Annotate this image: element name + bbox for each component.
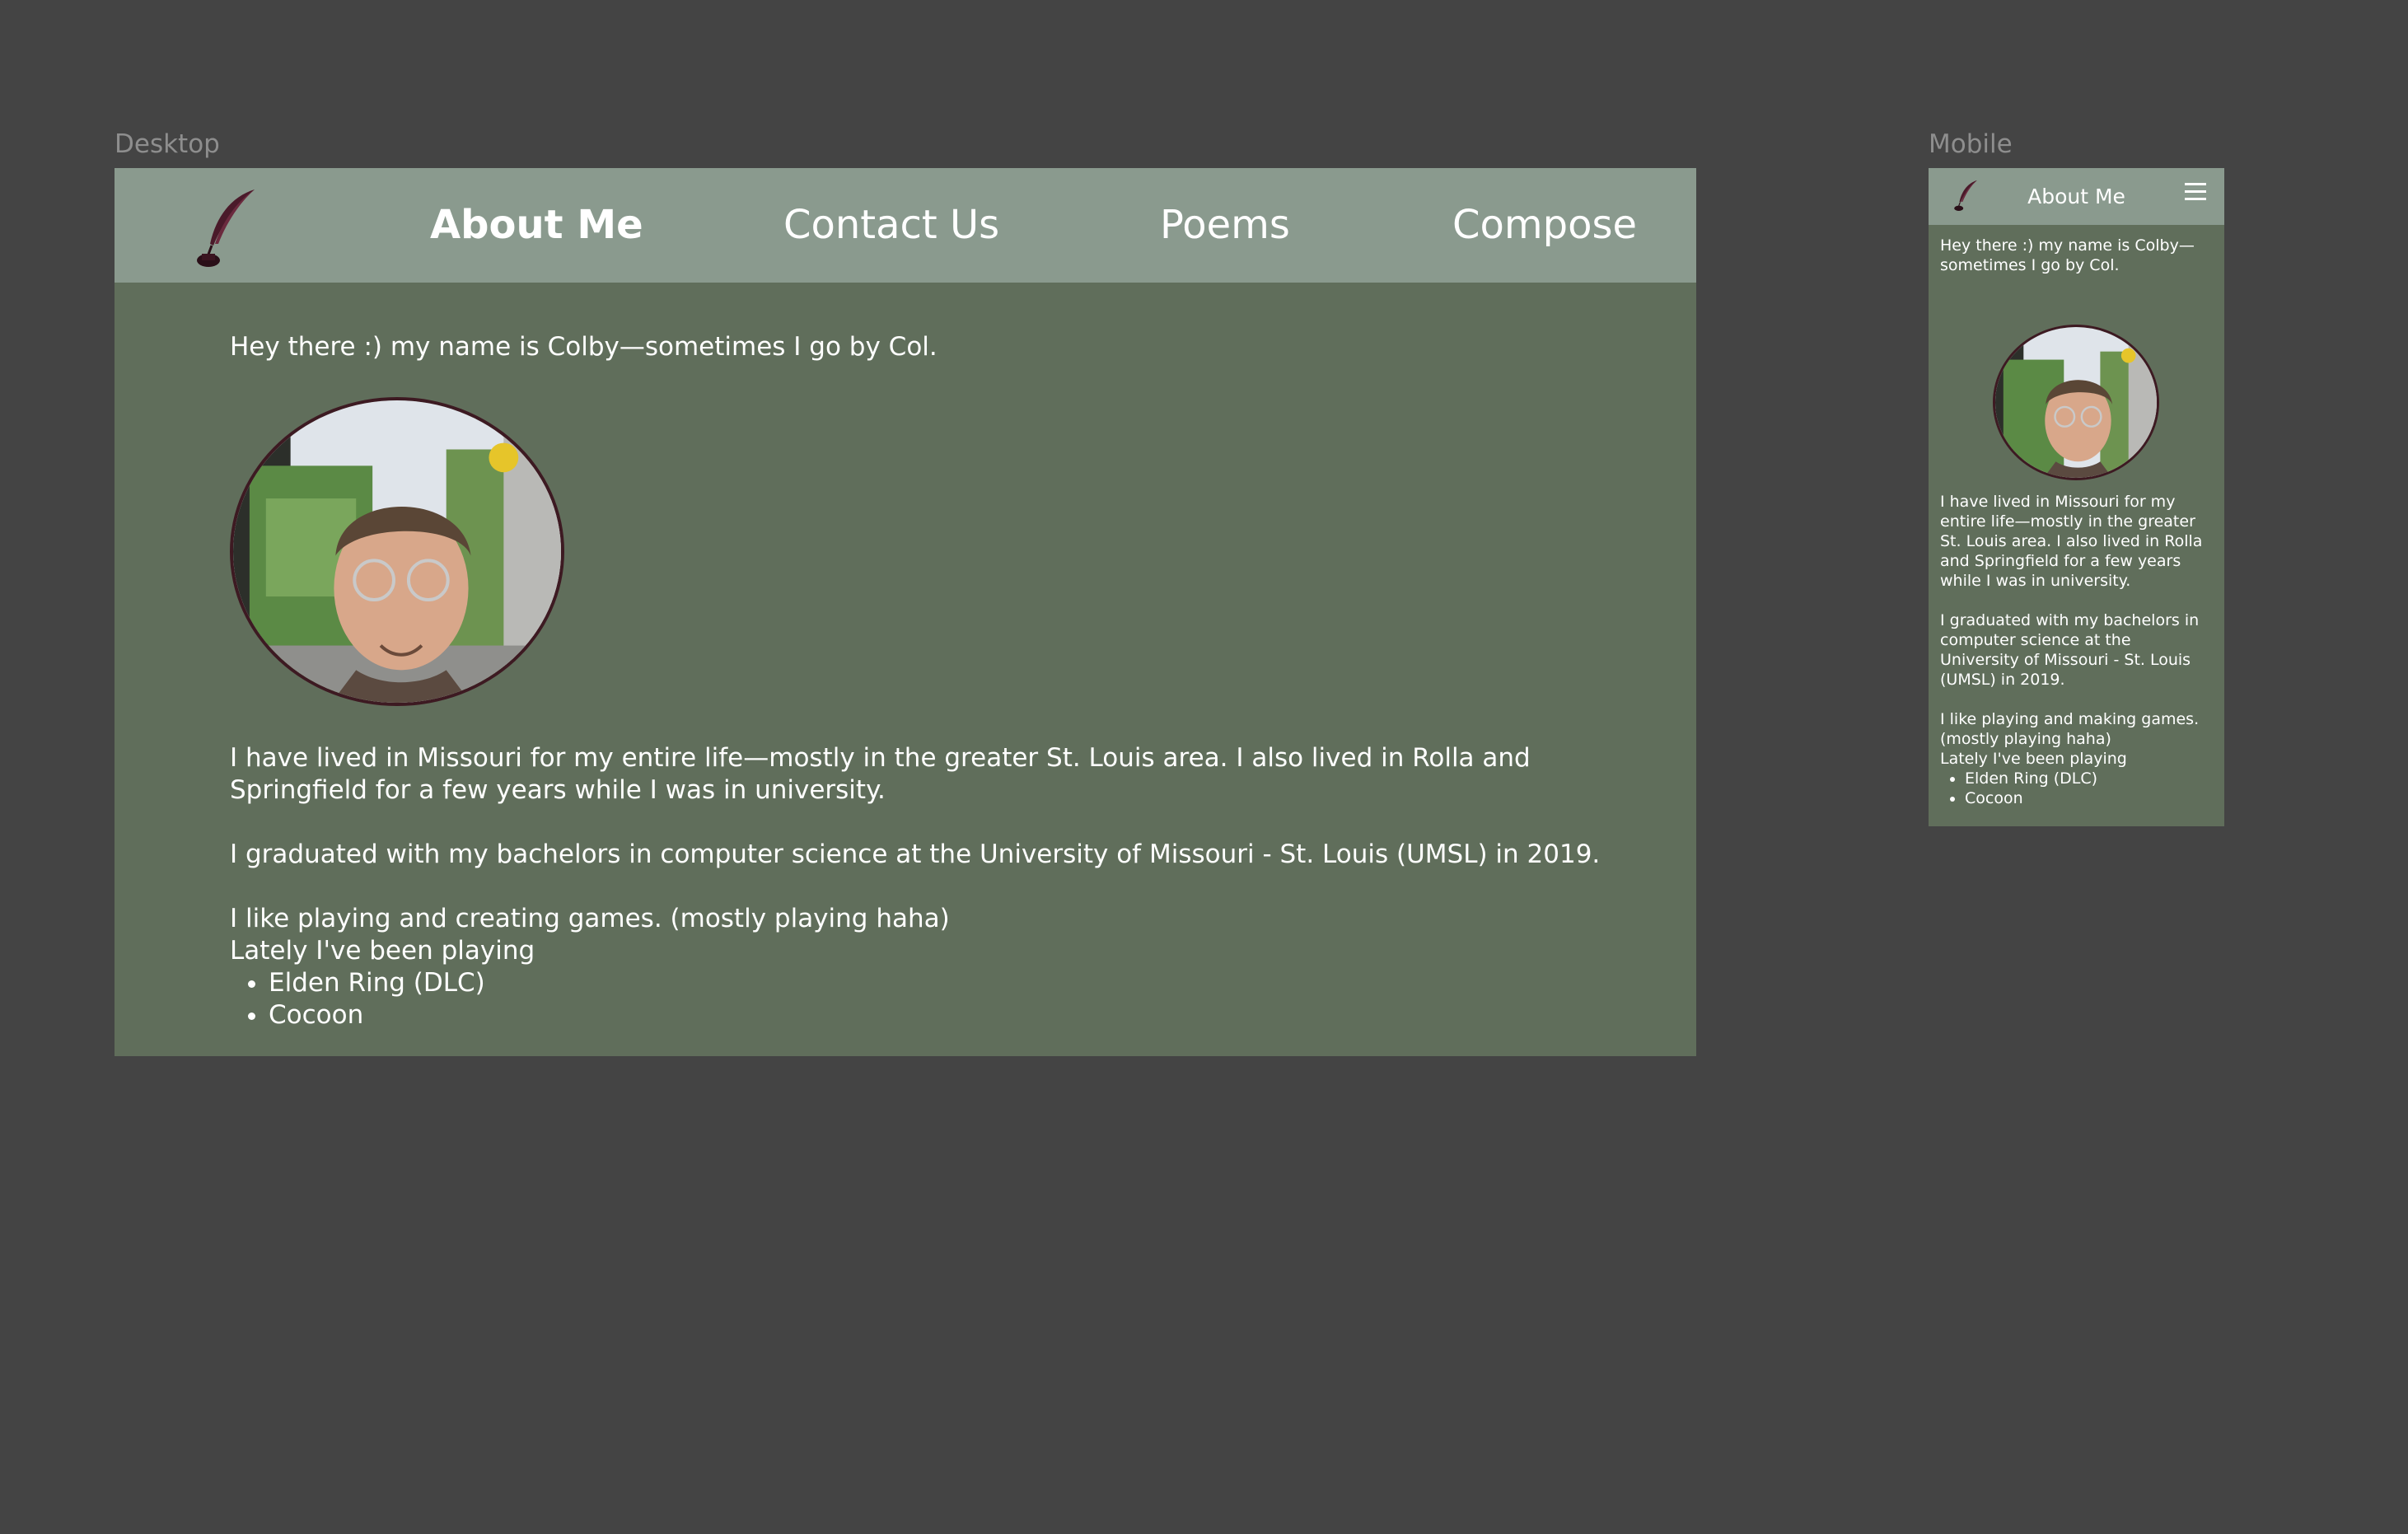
list-item: Elden Ring (DLC) [269, 967, 1647, 999]
quill-inkwell-icon[interactable] [190, 186, 261, 269]
about-text-block: I have lived in Missouri for my entire l… [230, 742, 1647, 1031]
desktop-frame: About Me Contact Us Poems Compose Hey th… [115, 168, 1696, 1056]
mobile-history-paragraph: I have lived in Missouri for my entire l… [1940, 493, 2203, 590]
mobile-greeting-text: Hey there :) my name is Colby—sometimes … [1940, 236, 2195, 274]
desktop-nav-bar: About Me Contact Us Poems Compose [115, 168, 1696, 283]
nav-poems[interactable]: Poems [1160, 168, 1290, 283]
nav-about-me[interactable]: About Me [430, 168, 643, 283]
nav-contact-us[interactable]: Contact Us [783, 168, 999, 283]
hamburger-menu-icon[interactable] [2185, 183, 2206, 204]
mobile-profile-photo [1993, 325, 2159, 480]
mobile-lately-playing-text: Lately I've been playing [1940, 750, 2127, 768]
mobile-games-list: Elden Ring (DLC) Cocoon [1940, 769, 2213, 808]
mobile-about-text-block: I have lived in Missouri for my entire l… [1940, 492, 2213, 808]
education-paragraph: I graduated with my bachelors in compute… [230, 839, 1601, 869]
games-intro-paragraph: I like playing and creating games. (most… [230, 904, 950, 933]
list-item: Elden Ring (DLC) [1965, 769, 2213, 788]
mobile-education-paragraph: I graduated with my bachelors in compute… [1940, 611, 2200, 689]
greeting-text: Hey there :) my name is Colby—sometimes … [230, 332, 937, 362]
mobile-games-intro-paragraph: I like playing and making games. (mostly… [1940, 710, 2200, 748]
mobile-nav-bar: About Me [1929, 168, 2224, 225]
games-list: Elden Ring (DLC) Cocoon [230, 967, 1647, 1031]
mobile-frame-label: Mobile [1929, 129, 2013, 159]
list-item: Cocoon [269, 999, 1647, 1031]
nav-compose[interactable]: Compose [1452, 168, 1637, 283]
desktop-frame-label: Desktop [115, 129, 220, 159]
list-item: Cocoon [1965, 788, 2213, 808]
history-paragraph: I have lived in Missouri for my entire l… [230, 743, 1531, 805]
mobile-frame: About Me Hey there :) my name is Colby—s… [1929, 168, 2224, 826]
profile-photo [230, 397, 564, 706]
mobile-page-title: About Me [2027, 185, 2125, 208]
lately-playing-text: Lately I've been playing [230, 936, 535, 966]
